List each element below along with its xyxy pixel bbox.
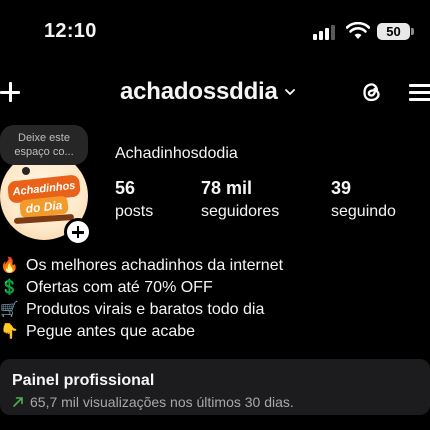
- chevron-down-icon: [284, 89, 295, 95]
- dashboard-subtitle-row: 65,7 mil visualizações nos últimos 30 di…: [12, 394, 418, 410]
- stat-following[interactable]: 39 seguindo: [331, 178, 396, 221]
- plus-icon[interactable]: [0, 81, 22, 103]
- stat-value: 78 mil: [201, 178, 253, 198]
- bio-line: 💲 Ofertas com até 70% OFF: [0, 277, 430, 299]
- bio-line: 🔥 Os melhores achadinhos da internet: [0, 255, 430, 277]
- threads-icon[interactable]: [358, 78, 386, 106]
- stat-value: 56: [115, 178, 136, 198]
- bio-text: Produtos virais e baratos todo dia: [26, 301, 265, 318]
- display-name: Achadinhosdodia: [115, 145, 238, 162]
- stat-label: seguindo: [331, 203, 396, 220]
- profile-header: achadossddia: [0, 62, 430, 122]
- cart-icon: 🛒: [0, 301, 19, 318]
- bio-line: 🛒 Produtos virais e baratos todo dia: [0, 299, 430, 321]
- bio-line: 👇 Pegue antes que acabe: [0, 321, 430, 343]
- dashboard-subtitle: 65,7 mil visualizações nos últimos 30 di…: [30, 394, 294, 410]
- stat-followers[interactable]: 78 mil seguidores: [201, 178, 279, 221]
- stat-value: 39: [331, 178, 352, 198]
- stat-label: seguidores: [201, 203, 280, 220]
- menu-icon[interactable]: [409, 82, 430, 102]
- status-time: 12:10: [44, 20, 97, 42]
- status-bar: 12:10 50: [0, 0, 430, 62]
- pointing-down-icon: 👇: [0, 323, 19, 340]
- bio: 🔥 Os melhores achadinhos da internet 💲 O…: [0, 255, 430, 343]
- bio-text: Os melhores achadinhos da internet: [26, 257, 284, 274]
- stat-label: posts: [115, 203, 154, 220]
- trend-up-icon: [13, 397, 23, 407]
- stat-posts[interactable]: 56 posts: [115, 178, 153, 221]
- note-bubble[interactable]: Deixe este espaço co...: [0, 125, 88, 175]
- note-placeholder: Deixe este espaço co...: [14, 132, 74, 158]
- bio-text: Pegue antes que acabe: [26, 323, 196, 340]
- wifi-icon: [346, 22, 370, 39]
- account-switcher[interactable]: achadossddia: [120, 76, 296, 108]
- signal-icon: [313, 24, 337, 40]
- username: achadossddia: [120, 78, 278, 105]
- add-story-icon[interactable]: [64, 218, 92, 246]
- bio-text: Ofertas com até 70% OFF: [26, 279, 213, 296]
- note-bubble-tail: [22, 167, 30, 175]
- professional-dashboard[interactable]: Painel profissional 65,7 mil visualizaçõ…: [0, 359, 430, 415]
- battery-tip: [411, 28, 414, 35]
- battery-icon: 50: [377, 23, 410, 40]
- money-icon: 💲: [0, 279, 19, 296]
- fire-icon: 🔥: [0, 257, 19, 274]
- avatar-container[interactable]: Achadinhos do Dia: [0, 152, 95, 247]
- dashboard-title: Painel profissional: [12, 372, 155, 389]
